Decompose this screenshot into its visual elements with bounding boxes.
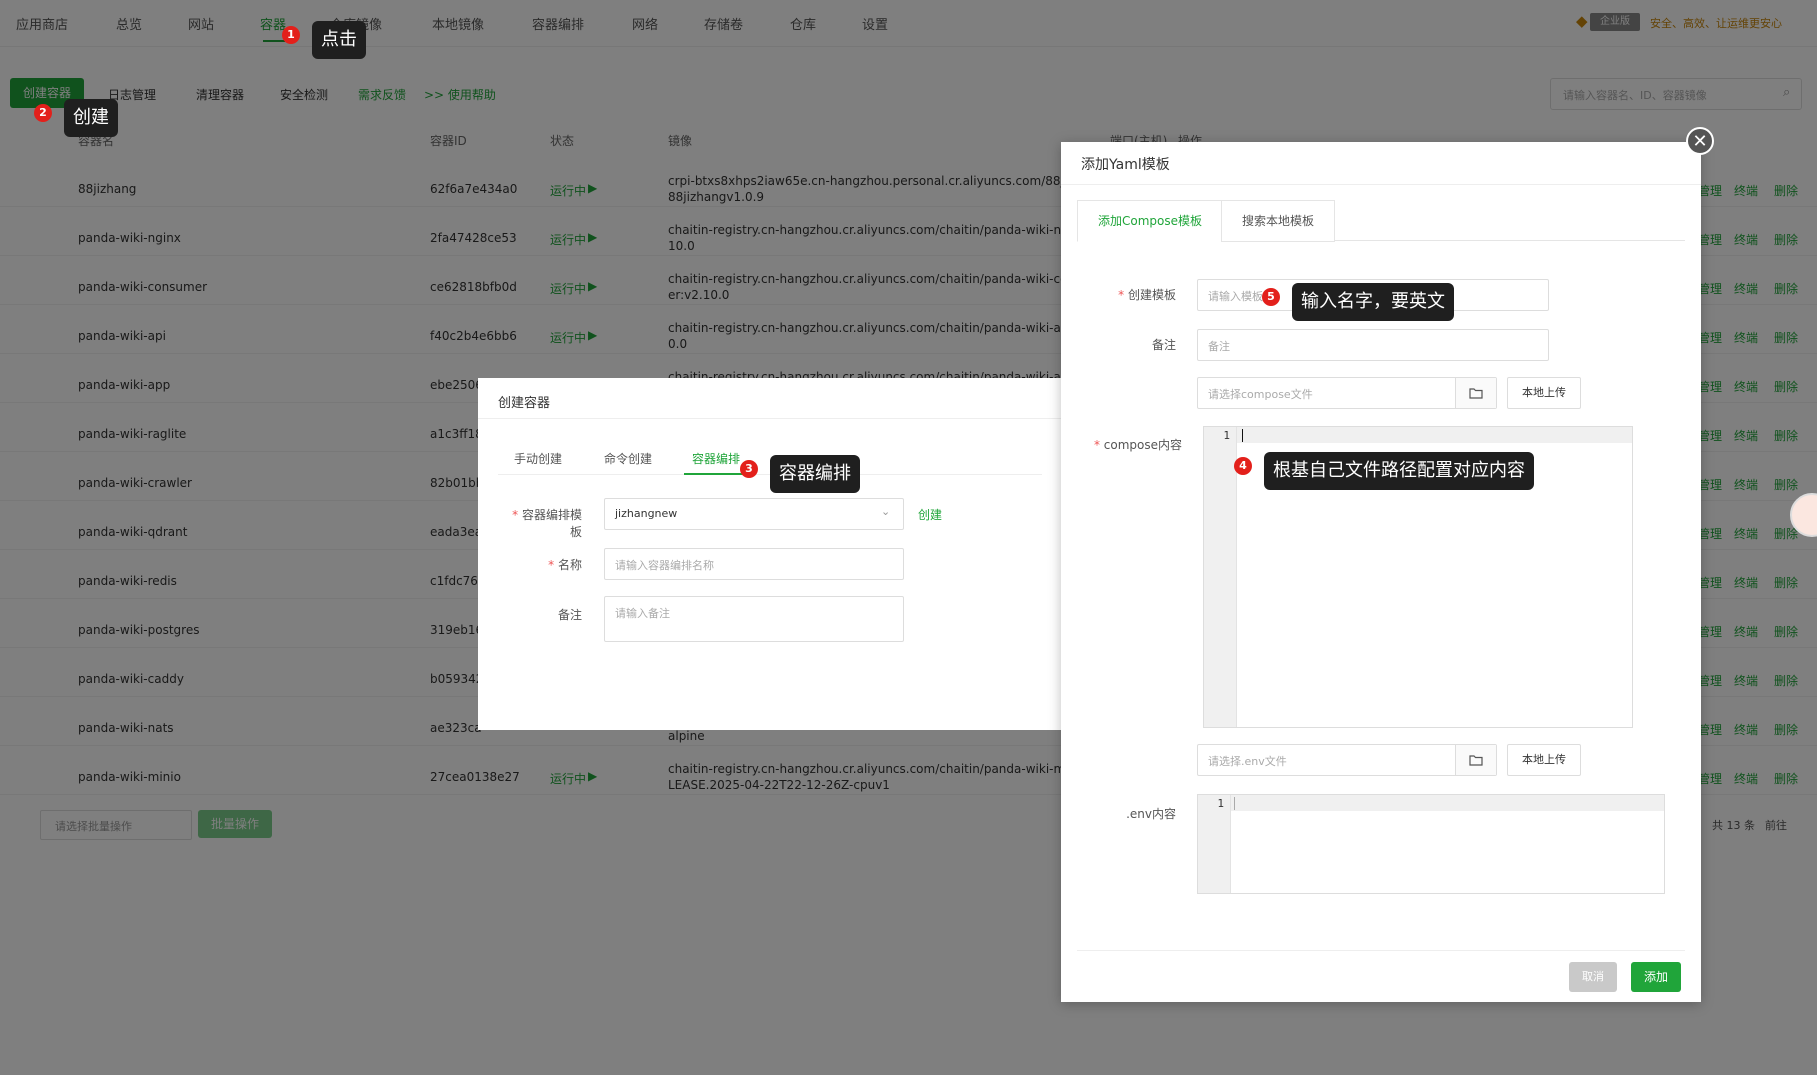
- yaml-modal-title: 添加Yaml模板: [1081, 157, 1170, 173]
- note-placeholder: 请输入备注: [615, 607, 670, 620]
- tab-compose[interactable]: 容器编排: [692, 450, 740, 467]
- annotation-tip-4: 根基自己文件路径配置对应内容: [1264, 452, 1534, 490]
- divider: [1061, 184, 1701, 185]
- annotation-tip-5: 输入名字，要英文: [1292, 283, 1454, 321]
- add-yaml-template-modal: 添加Yaml模板 添加Compose模板 搜索本地模板 * 创建模板 请输入模板…: [1061, 142, 1701, 1002]
- annotation-tip-1: 点击: [312, 21, 366, 59]
- yaml-note-placeholder: 备注: [1208, 340, 1230, 353]
- editor-caret: [1242, 429, 1243, 442]
- editor-gutter: 1: [1204, 427, 1237, 727]
- template-name-placeholder: 请输入模板: [1208, 290, 1263, 303]
- yaml-note-input[interactable]: 备注: [1197, 329, 1549, 361]
- cancel-button[interactable]: 取消: [1569, 962, 1617, 992]
- editor-active-line: [1231, 795, 1664, 811]
- tab-search-local[interactable]: 搜索本地模板: [1221, 200, 1335, 242]
- annotation-badge-5: 5: [1262, 288, 1280, 306]
- env-editor[interactable]: 1: [1197, 794, 1665, 894]
- env-upload-button[interactable]: 本地上传: [1507, 744, 1581, 776]
- editor-active-line: [1237, 427, 1632, 443]
- tab-command-create[interactable]: 命令创建: [604, 450, 652, 467]
- annotation-badge-1: 1: [282, 26, 300, 44]
- template-select[interactable]: jizhangnew ⌄: [604, 498, 904, 530]
- folder-icon[interactable]: [1455, 745, 1496, 775]
- editor-gutter: 1: [1198, 795, 1231, 893]
- create-container-modal: 创建容器 手动创建 命令创建 容器编排 * 容器编排模板 jizhangnew …: [478, 378, 1062, 730]
- name-label: * 名称: [548, 558, 582, 572]
- create-template-label: * 创建模板: [1118, 288, 1176, 302]
- divider: [478, 418, 1062, 419]
- line-number: 1: [1223, 429, 1230, 442]
- compose-content-label: * compose内容: [1093, 438, 1182, 452]
- compose-file-placeholder: 请选择compose文件: [1208, 388, 1313, 401]
- note-textarea[interactable]: 请输入备注: [604, 596, 904, 642]
- template-label: * 容器编排模板: [512, 508, 582, 539]
- env-file-placeholder: 请选择.env文件: [1208, 755, 1287, 768]
- annotation-badge-4: 4: [1234, 457, 1252, 475]
- compose-file-input[interactable]: 请选择compose文件: [1197, 377, 1497, 409]
- env-file-input[interactable]: 请选择.env文件: [1197, 744, 1497, 776]
- create-modal-title: 创建容器: [498, 396, 551, 411]
- chevron-down-icon: ⌄: [881, 505, 891, 518]
- template-create-link[interactable]: 创建: [918, 506, 942, 523]
- editor-caret: [1234, 797, 1235, 810]
- tab-manual-create[interactable]: 手动创建: [514, 450, 562, 467]
- folder-icon[interactable]: [1455, 378, 1496, 408]
- annotation-tip-2: 创建: [64, 99, 118, 137]
- note-label: 备注: [557, 608, 582, 622]
- add-button[interactable]: 添加: [1631, 962, 1681, 992]
- tab-add-compose[interactable]: 添加Compose模板: [1077, 200, 1223, 242]
- compose-upload-button[interactable]: 本地上传: [1507, 377, 1581, 409]
- template-value: jizhangnew: [615, 507, 678, 520]
- name-placeholder: 请输入容器编排名称: [615, 559, 714, 572]
- annotation-tip-3: 容器编排: [770, 455, 860, 493]
- annotation-badge-3: 3: [740, 460, 758, 478]
- line-number: 1: [1217, 797, 1224, 810]
- close-icon[interactable]: ✕: [1686, 127, 1714, 155]
- annotation-badge-2: 2: [34, 104, 52, 122]
- name-input[interactable]: 请输入容器编排名称: [604, 548, 904, 580]
- footer-divider: [1077, 950, 1685, 951]
- yaml-note-label: 备注: [1151, 338, 1176, 352]
- env-content-label: .env内容: [1126, 807, 1176, 821]
